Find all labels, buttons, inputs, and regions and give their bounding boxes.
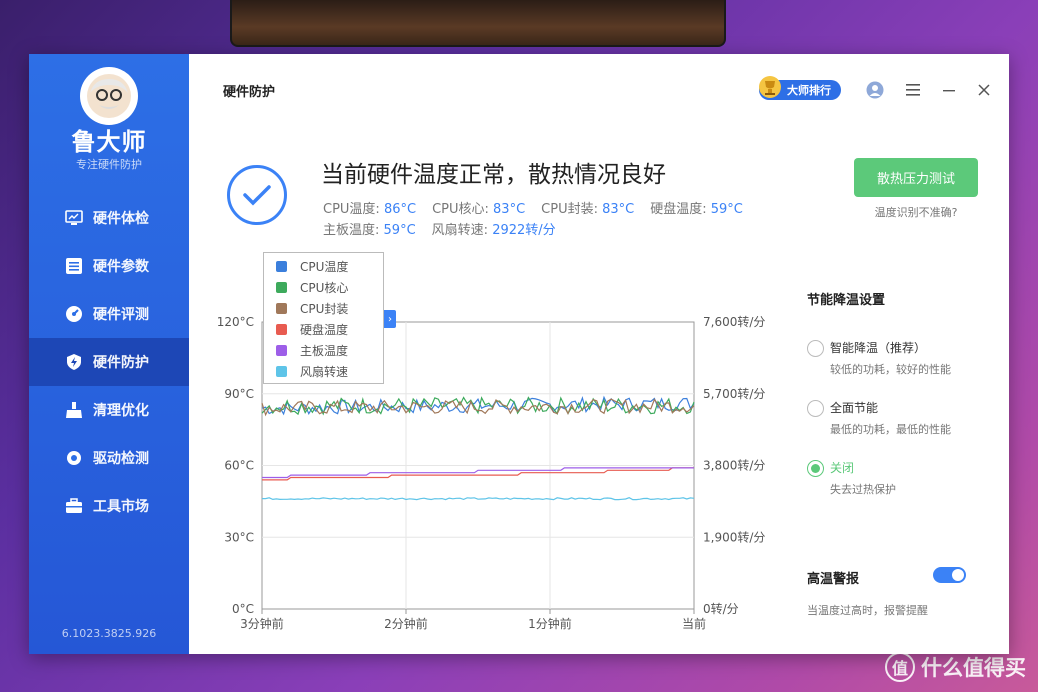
high-temp-alarm-title: 高温警报 [807, 572, 860, 587]
y-left-tick-label: 90°C [224, 387, 254, 401]
radio-smart-cooling[interactable] [807, 340, 824, 357]
y-right-tick-label: 0转/分 [703, 601, 739, 616]
cooling-settings-title: 节能降温设置 [807, 293, 886, 308]
gear-icon [67, 451, 81, 465]
high-temp-alarm-toggle[interactable] [933, 567, 966, 583]
y-left-tick-label: 120°C [217, 315, 254, 329]
sidebar-item-hardware-protection[interactable]: 硬件防护 [29, 338, 189, 386]
x-tick-label: 2分钟前 [384, 616, 428, 631]
sidebar-item-hardware-benchmark[interactable]: 硬件评测 [29, 290, 189, 338]
main-panel: 硬件防护 大师排行 当前硬件温度正常，散热情况良好 CPU温度: 86°C CP… [189, 54, 1009, 654]
x-tick-label: 3分钟前 [240, 616, 284, 631]
app-name: 鲁大师 [71, 128, 147, 156]
option-off[interactable]: 关闭 失去过热保护 [807, 459, 896, 497]
gauge-icon [66, 306, 82, 322]
y-right-tick-label: 1,900转/分 [703, 529, 765, 544]
broom-icon [66, 402, 82, 418]
series-line [262, 497, 695, 501]
sidebar-item-label: 硬件评测 [93, 307, 149, 323]
radio-full-saving[interactable] [807, 400, 824, 417]
legend-item[interactable]: 主板温度 [264, 340, 383, 361]
x-tick-label: 当前 [682, 616, 706, 631]
y-right-tick-label: 7,600转/分 [703, 314, 765, 329]
sidebar-item-label: 硬件防护 [93, 355, 149, 371]
legend-collapse-toggle[interactable]: › [384, 310, 396, 328]
series-line [262, 467, 694, 479]
sidebar-item-label: 硬件参数 [93, 259, 149, 275]
sidebar-item-label: 硬件体检 [93, 211, 149, 227]
sidebar-nav: 硬件体检 硬件参数 硬件评测 硬件防护 清理优化 驱动检测 工具市场 [29, 194, 189, 530]
sidebar-item-driver-check[interactable]: 驱动检测 [29, 434, 189, 482]
option-smart-cooling[interactable]: 智能降温（推荐） 较低的功耗，较好的性能 [807, 339, 951, 377]
legend-item[interactable]: 风扇转速 [264, 361, 383, 382]
app-tagline: 专注硬件防护 [76, 158, 142, 171]
y-right-tick-label: 5,700转/分 [703, 386, 765, 401]
legend-item[interactable]: CPU封装 [264, 298, 383, 319]
y-left-tick-label: 0°C [232, 602, 254, 616]
watermark-text: 什么值得买 [921, 656, 1026, 680]
monitor-icon [65, 210, 83, 225]
chart-legend: CPU温度 CPU核心 CPU封装 硬盘温度 主板温度 风扇转速 [263, 252, 384, 384]
sidebar-item-cleanup[interactable]: 清理优化 [29, 386, 189, 434]
y-left-tick-label: 30°C [224, 530, 254, 544]
sidebar-item-label: 清理优化 [93, 403, 149, 419]
master-lu-logo-icon [80, 67, 138, 125]
legend-item[interactable]: 硬盘温度 [264, 319, 383, 340]
sidebar-item-label: 驱动检测 [93, 451, 149, 467]
high-temp-alarm-desc: 当温度过高时，报警提醒 [807, 604, 928, 617]
toolbox-icon [66, 498, 82, 513]
y-right-tick-label: 3,800转/分 [703, 458, 765, 473]
sidebar: 鲁大师 专注硬件防护 硬件体检 硬件参数 硬件评测 硬件防护 清理优化 驱动检测… [29, 54, 189, 654]
sidebar-item-tool-market[interactable]: 工具市场 [29, 482, 189, 530]
zhi-logo-icon: 值 [885, 652, 915, 682]
watermark: 值 什么值得买 [885, 652, 1026, 682]
legend-item[interactable]: CPU温度 [264, 256, 383, 277]
y-left-tick-label: 60°C [224, 459, 254, 473]
app-window: 鲁大师 专注硬件防护 硬件体检 硬件参数 硬件评测 硬件防护 清理优化 驱动检测… [29, 54, 1009, 654]
legend-item[interactable]: CPU核心 [264, 277, 383, 298]
radio-off[interactable] [807, 460, 824, 477]
shield-bolt-icon [67, 354, 81, 370]
option-full-saving[interactable]: 全面节能 最低的功耗，最低的性能 [807, 399, 951, 437]
sidebar-item-hardware-check[interactable]: 硬件体检 [29, 194, 189, 242]
sidebar-item-label: 工具市场 [93, 499, 149, 515]
background-photo [230, 0, 726, 47]
list-icon [66, 258, 82, 274]
sidebar-item-hardware-params[interactable]: 硬件参数 [29, 242, 189, 290]
x-tick-label: 1分钟前 [528, 616, 572, 631]
version-label: 6.1023.3825.926 [61, 627, 157, 640]
